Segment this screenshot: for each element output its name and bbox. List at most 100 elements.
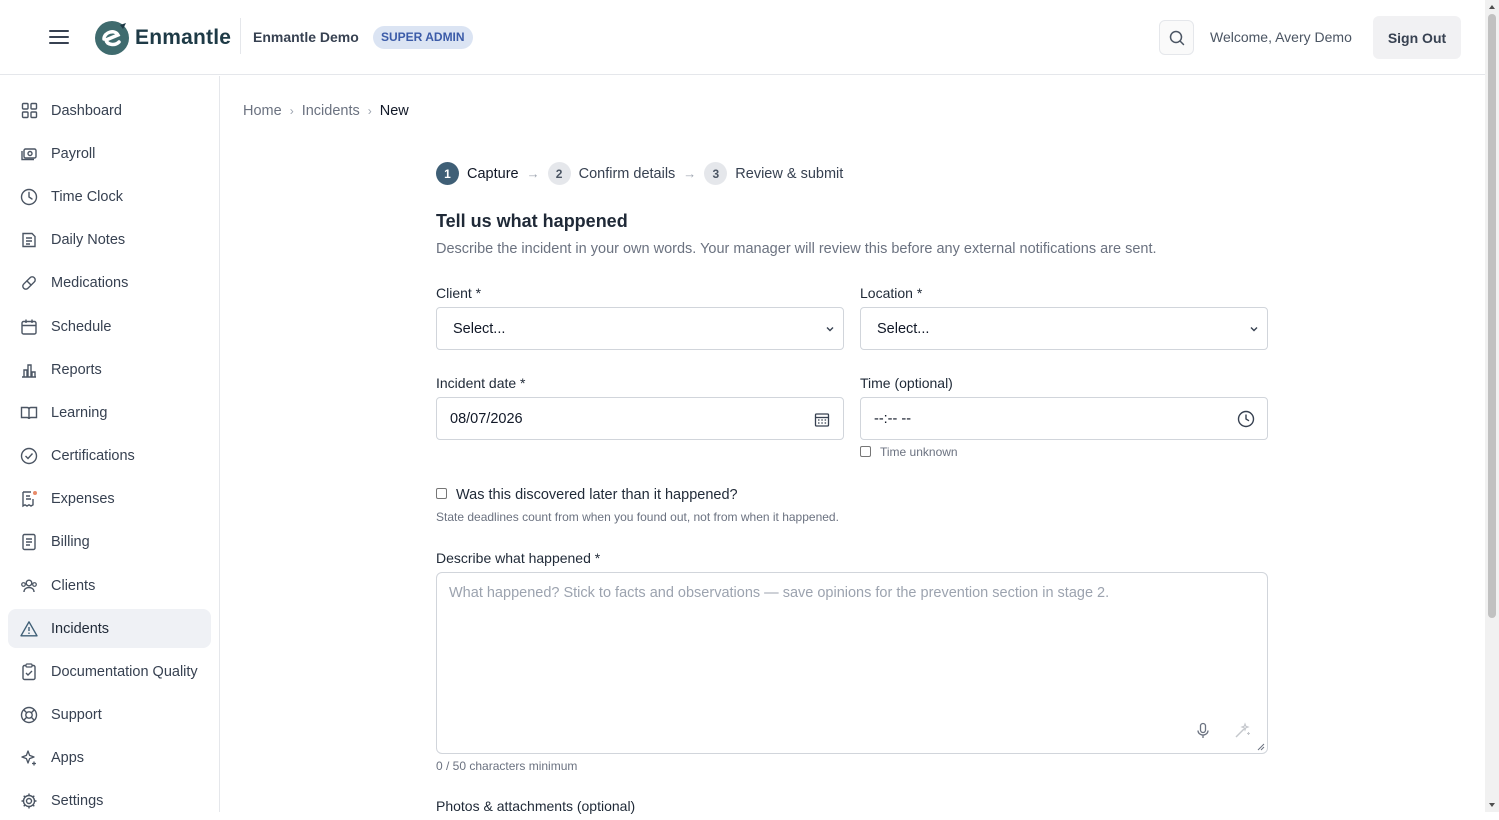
- page-subtitle: Describe the incident in your own words.…: [436, 241, 1157, 257]
- sparkle-icon: [20, 749, 38, 767]
- header-divider: [240, 18, 241, 54]
- welcome-text: Welcome, Avery Demo: [1210, 29, 1352, 45]
- sidebar-item-label: Incidents: [51, 620, 110, 637]
- sidebar-item-settings[interactable]: Settings: [8, 781, 211, 820]
- check-circle-icon: [20, 447, 38, 465]
- page-scrollbar[interactable]: [1485, 0, 1499, 812]
- scroll-down-icon[interactable]: [1488, 802, 1496, 808]
- step-number: 1: [436, 162, 459, 185]
- step-label: Review & submit: [735, 165, 844, 182]
- search-button[interactable]: [1159, 20, 1194, 55]
- client-label: Client *: [436, 285, 482, 301]
- sidebar-item-label: Learning: [51, 404, 108, 421]
- scroll-up-icon[interactable]: [1488, 4, 1496, 10]
- sidebar-item-billing[interactable]: Billing: [8, 522, 211, 561]
- sidebar-item-certifications[interactable]: Certifications: [8, 436, 211, 475]
- time-unknown-checkbox[interactable]: [860, 446, 871, 457]
- logo[interactable]: Enmantle: [93, 19, 231, 57]
- describe-label: Describe what happened *: [436, 550, 601, 566]
- describe-placeholder: What happened? Stick to facts and observ…: [449, 585, 1110, 601]
- sidebar-item-schedule[interactable]: Schedule: [8, 307, 211, 346]
- sidebar-item-apps[interactable]: Apps: [8, 738, 211, 777]
- sidebar-item-label: Payroll: [51, 145, 96, 162]
- sidebar-item-daily-notes[interactable]: Daily Notes: [8, 220, 211, 259]
- sidebar-item-label: Expenses: [51, 490, 115, 507]
- character-counter: 0 / 50 characters minimum: [436, 759, 578, 773]
- sidebar-item-medications[interactable]: Medications: [8, 263, 211, 302]
- arrow-right-icon: →: [683, 166, 697, 181]
- step-label: Capture: [467, 165, 519, 182]
- discovered-later-label: Was this discovered later than it happen…: [456, 487, 738, 503]
- sidebar-item-label: Dashboard: [51, 102, 122, 119]
- users-icon: [20, 577, 38, 595]
- sidebar-item-incidents[interactable]: Incidents: [8, 609, 211, 648]
- receipt-icon: [20, 490, 38, 508]
- breadcrumb-home[interactable]: Home: [243, 103, 282, 119]
- sidebar-item-dashboard[interactable]: Dashboard: [8, 91, 211, 130]
- notes-icon: [20, 231, 38, 249]
- chevron-down-icon: [826, 327, 834, 332]
- warning-icon: [20, 620, 38, 638]
- time-value: --:-- --: [874, 410, 912, 427]
- sidebar-item-support[interactable]: Support: [8, 695, 211, 734]
- client-select[interactable]: Select...: [436, 307, 844, 350]
- sidebar-item-label: Medications: [51, 274, 129, 291]
- logo-icon: [95, 21, 129, 55]
- incident-date-label: Incident date *: [436, 375, 526, 391]
- sidebar-item-clients[interactable]: Clients: [8, 566, 211, 605]
- book-icon: [20, 404, 38, 422]
- stepper: 1 Capture → 2 Confirm details → 3 Review…: [436, 162, 843, 185]
- grid-icon: [20, 102, 38, 120]
- sidebar-item-label: Certifications: [51, 447, 135, 464]
- sidebar-item-label: Daily Notes: [51, 231, 126, 248]
- clock-icon[interactable]: [1237, 410, 1255, 428]
- sidebar-item-time-clock[interactable]: Time Clock: [8, 177, 211, 216]
- sidebar-item-label: Settings: [51, 792, 104, 809]
- sidebar-item-label: Documentation Quality: [51, 663, 198, 680]
- sidebar-item-label: Support: [51, 706, 102, 723]
- sidebar-item-label: Apps: [51, 749, 85, 766]
- resize-handle-icon[interactable]: [1257, 743, 1265, 751]
- client-select-value: Select...: [453, 320, 506, 337]
- time-unknown-label: Time unknown: [880, 445, 958, 459]
- describe-textarea[interactable]: What happened? Stick to facts and observ…: [436, 572, 1268, 754]
- menu-icon[interactable]: [48, 26, 70, 48]
- sidebar-item-label: Schedule: [51, 318, 112, 335]
- location-select[interactable]: Select...: [860, 307, 1268, 350]
- calendar-icon[interactable]: [814, 411, 830, 429]
- role-badge: SUPER ADMIN: [373, 26, 473, 49]
- discovered-later-checkbox[interactable]: [436, 488, 447, 499]
- top-bar: Enmantle Enmantle Demo SUPER ADMIN Welco…: [0, 0, 1485, 75]
- sidebar-item-reports[interactable]: Reports: [8, 350, 211, 389]
- document-icon: [20, 533, 38, 551]
- breadcrumb-current: New: [379, 103, 409, 119]
- step-number: 3: [704, 162, 728, 185]
- incident-date-input[interactable]: 08/07/2026: [436, 397, 844, 440]
- calendar-icon: [20, 318, 38, 336]
- breadcrumb-incidents[interactable]: Incidents: [302, 103, 360, 119]
- sidebar-item-expenses[interactable]: Expenses: [8, 479, 211, 518]
- magic-wand-icon[interactable]: [1233, 722, 1251, 740]
- sidebar-item-label: Time Clock: [51, 188, 123, 205]
- sidebar-item-documentation-quality[interactable]: Documentation Quality: [8, 652, 211, 691]
- chevron-down-icon: [1250, 327, 1258, 332]
- step-label: Confirm details: [578, 165, 676, 182]
- sidebar-item-learning[interactable]: Learning: [8, 393, 211, 432]
- time-input[interactable]: --:-- --: [860, 397, 1268, 440]
- clipboard-check-icon: [20, 662, 38, 681]
- chevron-right-icon: ›: [289, 104, 294, 118]
- sidebar: Dashboard Payroll Time Clock Daily Notes…: [0, 76, 220, 812]
- sidebar-item-label: Clients: [51, 577, 96, 594]
- breadcrumb: Home › Incidents › New: [243, 103, 409, 119]
- search-icon: [1169, 30, 1184, 45]
- payroll-icon: [20, 145, 38, 163]
- arrow-right-icon: →: [526, 166, 540, 181]
- pill-icon: [20, 274, 38, 292]
- sidebar-item-payroll[interactable]: Payroll: [8, 134, 211, 173]
- sign-out-button[interactable]: Sign Out: [1373, 16, 1461, 59]
- sidebar-item-label: Reports: [51, 361, 102, 378]
- scrollbar-thumb[interactable]: [1488, 14, 1496, 618]
- bar-chart-icon: [20, 361, 38, 379]
- clock-icon: [20, 188, 38, 206]
- microphone-icon[interactable]: [1195, 722, 1211, 740]
